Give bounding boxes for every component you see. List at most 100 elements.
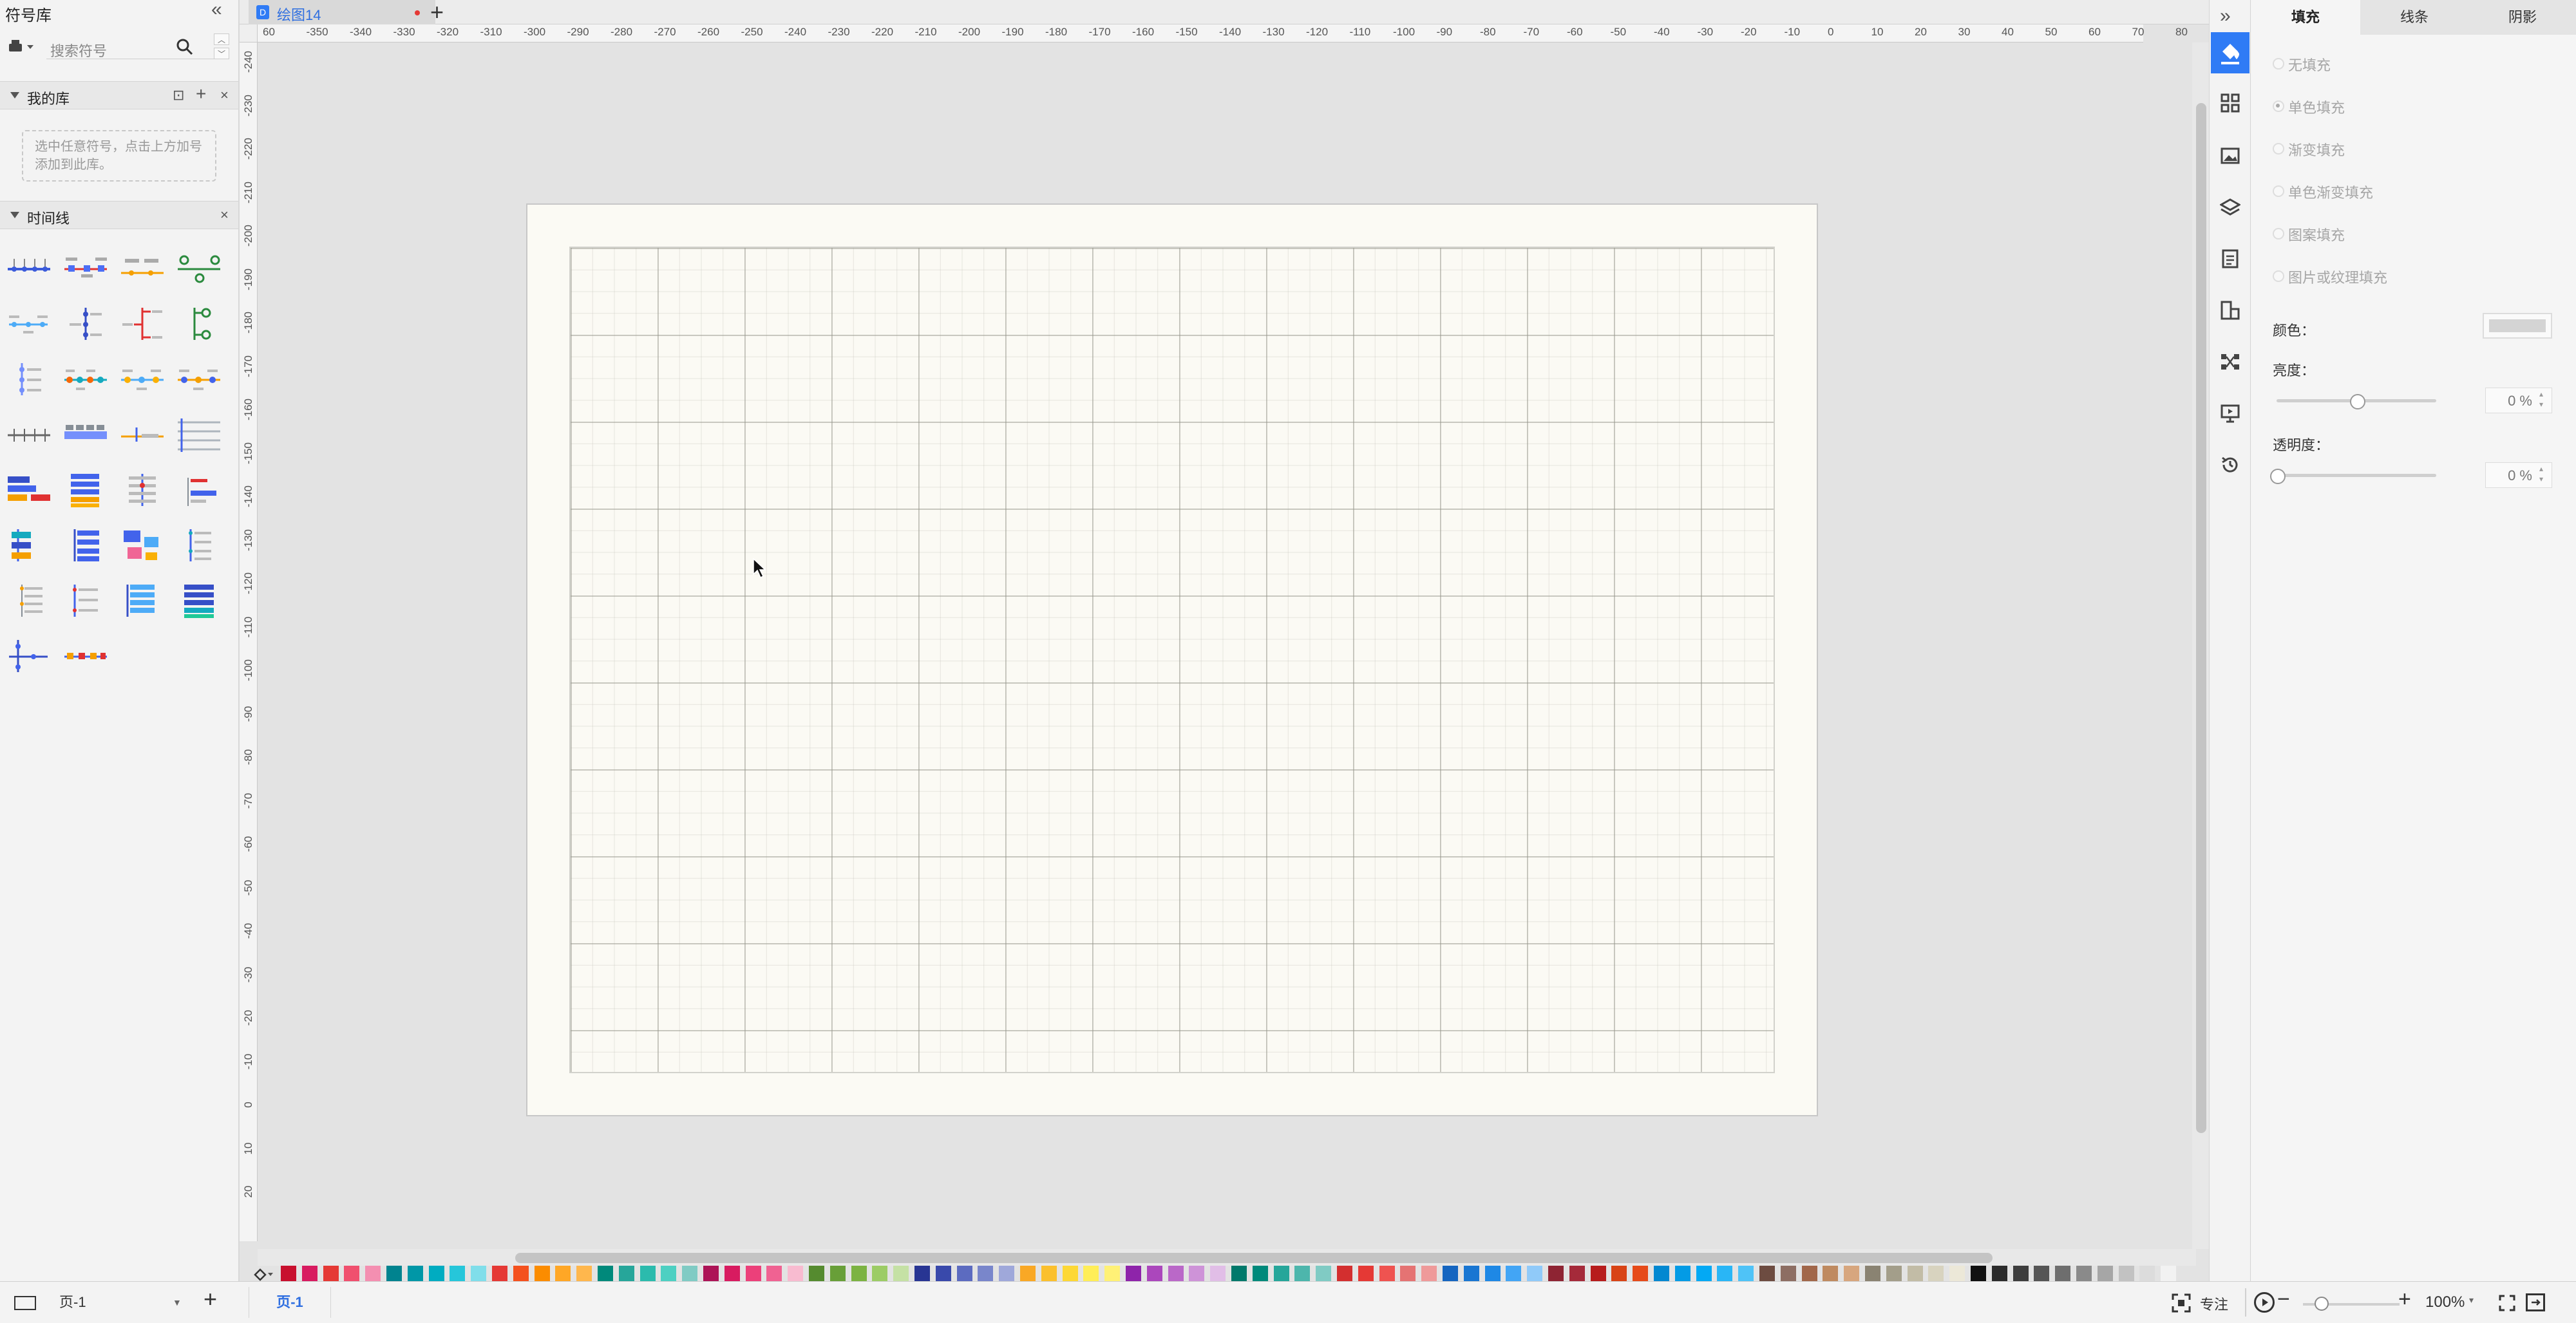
tab-shadow[interactable]: 阴影 [2468,0,2576,35]
color-swatch[interactable] [639,1266,656,1281]
color-swatch[interactable] [598,1266,613,1281]
color-swatch[interactable] [1189,1266,1205,1281]
color-swatch[interactable] [2034,1266,2050,1281]
brightness-slider-knob[interactable] [2350,394,2365,409]
zoom-level[interactable]: 100% [2425,1293,2465,1311]
color-swatch[interactable] [1463,1266,1479,1281]
color-swatch[interactable] [1104,1266,1121,1281]
color-swatch[interactable] [1443,1266,1458,1281]
color-swatch[interactable] [745,1266,761,1281]
option-picture-fill[interactable]: 图片或纹理填充 [2288,267,2387,287]
timeline-shape[interactable] [5,582,53,619]
timeline-shape[interactable] [62,582,109,619]
timeline-shape[interactable] [62,471,109,509]
color-swatch[interactable] [492,1266,507,1281]
color-swatch[interactable] [1611,1266,1627,1281]
color-swatch[interactable] [555,1266,571,1281]
color-swatch[interactable] [872,1266,888,1281]
radio-gradient-fill[interactable] [2273,143,2284,155]
color-swatch[interactable] [914,1266,930,1281]
page-grid[interactable] [569,247,1775,1073]
color-swatch[interactable] [281,1266,296,1281]
color-swatch[interactable] [2139,1266,2155,1281]
color-swatch[interactable] [1379,1266,1395,1281]
timeline-shape[interactable] [62,416,109,453]
radio-solid-fill[interactable] [2273,100,2284,112]
color-swatch[interactable] [1674,1266,1690,1281]
color-swatch[interactable] [1041,1266,1057,1281]
spinner-icon[interactable]: ▴ ▾ [2539,464,2543,484]
radio-no-fill[interactable] [2273,58,2284,70]
timeline-shape[interactable] [175,582,223,619]
color-swatch[interactable] [1590,1266,1606,1281]
fill-bucket-icon[interactable] [252,1267,274,1281]
color-swatch[interactable] [2076,1266,2092,1281]
library-menu-icon[interactable] [6,36,39,55]
tab-fill[interactable]: 填充 [2251,0,2360,35]
color-swatch[interactable] [534,1266,550,1281]
timeline-shape[interactable] [5,305,53,342]
color-swatch[interactable] [788,1266,804,1281]
color-swatch[interactable] [2097,1266,2113,1281]
color-swatch[interactable] [1020,1266,1036,1281]
timeline-shape[interactable] [118,305,166,342]
fill-tool-button[interactable] [2211,32,2249,73]
option-solid-fill[interactable]: 单色填充 [2288,97,2345,117]
timeline-shape[interactable] [5,527,53,564]
color-swatch[interactable] [1231,1266,1247,1281]
color-swatch[interactable] [1949,1266,1965,1281]
zoom-in-button[interactable]: + [2398,1287,2411,1312]
color-swatch[interactable] [1548,1266,1564,1281]
color-swatch[interactable] [724,1266,740,1281]
color-swatch[interactable] [1506,1266,1522,1281]
color-swatch[interactable] [1971,1266,1986,1281]
color-swatch[interactable] [809,1266,824,1281]
history-icon[interactable] [2220,455,2240,475]
radio-picture-fill[interactable] [2273,270,2284,282]
timeline-shape[interactable] [175,361,223,398]
option-gradient-fill[interactable]: 渐变填充 [2288,139,2345,160]
timeline-shape[interactable] [62,637,109,675]
color-swatch[interactable] [1991,1266,2007,1281]
color-swatch[interactable] [851,1266,867,1281]
zoom-slider-knob[interactable] [2315,1297,2329,1311]
timeline-shape[interactable] [62,305,109,342]
color-swatch[interactable] [1358,1266,1374,1281]
color-swatch[interactable] [1886,1266,1902,1281]
color-swatch[interactable] [766,1266,782,1281]
color-swatch[interactable] [1844,1266,1860,1281]
color-swatch[interactable] [1717,1266,1733,1281]
tab-drawing[interactable]: D 绘图14 [249,0,435,24]
timeline-shape[interactable] [62,527,109,564]
timeline-shape[interactable] [62,250,109,287]
attribute-icon[interactable] [2220,300,2240,321]
presentation-icon[interactable] [2220,403,2240,424]
color-swatch[interactable] [1738,1266,1754,1281]
color-swatch[interactable] [999,1266,1015,1281]
color-swatch[interactable] [344,1266,360,1281]
radio-pattern-fill[interactable] [2273,228,2284,239]
chevron-down-icon[interactable]: ▾ [2469,1295,2474,1306]
color-swatch[interactable] [1273,1266,1289,1281]
page-select[interactable]: 页-1 ▼ [59,1291,183,1314]
color-swatch[interactable] [2161,1266,2177,1281]
color-swatch[interactable] [1126,1266,1141,1281]
color-swatch[interactable] [978,1266,994,1281]
color-swatch[interactable] [703,1266,719,1281]
timeline-shape[interactable] [175,305,223,342]
focus-mode-icon[interactable] [2172,1293,2191,1313]
chevron-down-icon[interactable]: ﹀ [214,48,229,59]
color-swatch[interactable] [829,1266,846,1281]
color-swatch[interactable] [1823,1266,1839,1281]
color-swatch[interactable] [1083,1266,1099,1281]
timeline-shape[interactable] [175,416,223,453]
color-swatch[interactable] [513,1266,529,1281]
color-swatch[interactable] [471,1266,487,1281]
timeline-shape[interactable] [5,361,53,398]
color-swatch[interactable] [893,1266,909,1281]
color-swatch[interactable] [1696,1266,1712,1281]
timeline-shape[interactable] [5,250,53,287]
color-swatch[interactable] [386,1266,402,1281]
color-swatch[interactable] [1252,1266,1268,1281]
search-field[interactable]: 搜索符号 [46,35,220,59]
